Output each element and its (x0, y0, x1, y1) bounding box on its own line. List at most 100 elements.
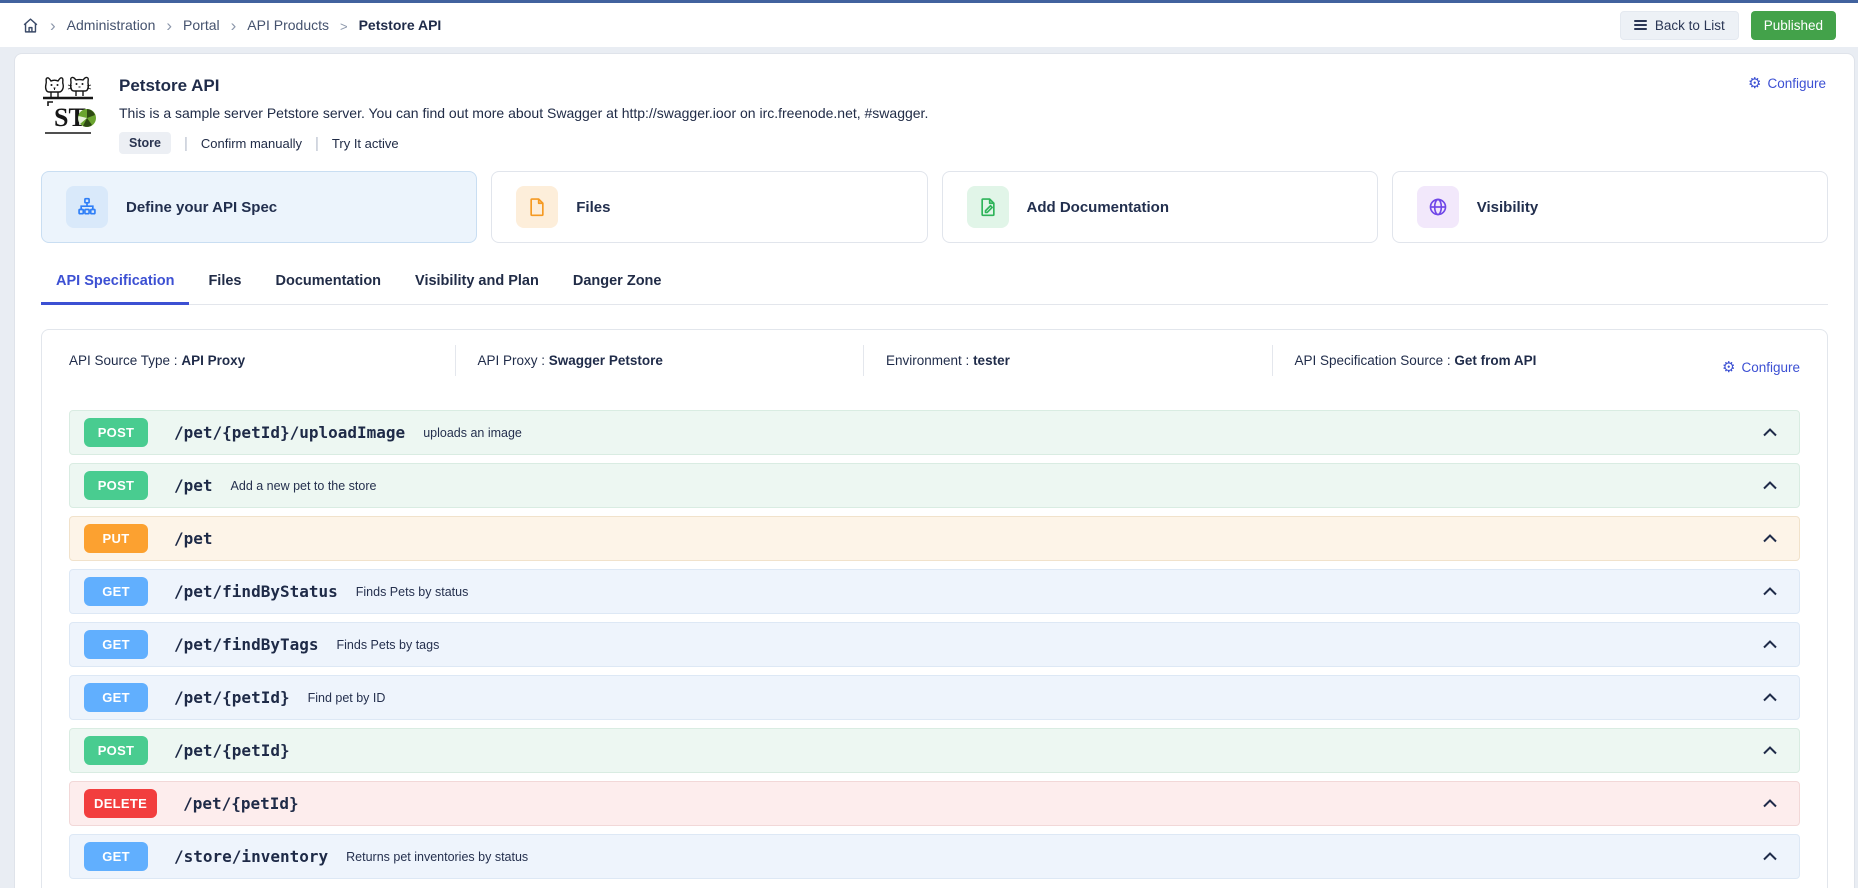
document-edit-icon (967, 186, 1009, 228)
published-button[interactable]: Published (1751, 11, 1836, 40)
chevron-separator-icon (339, 17, 349, 34)
info-value: Get from API (1454, 353, 1536, 368)
chevron-up-icon[interactable] (1763, 481, 1777, 490)
endpoint-path: /store/inventory (174, 847, 328, 866)
method-badge: DELETE (84, 789, 157, 818)
chevron-up-icon[interactable] (1763, 693, 1777, 702)
tab-visibility-and-plan[interactable]: Visibility and Plan (400, 267, 554, 305)
main-card: ⚙ Configure (14, 53, 1855, 888)
info-value: Swagger Petstore (549, 353, 663, 368)
method-badge: GET (84, 842, 148, 871)
endpoint-summary: Returns pet inventories by status (346, 850, 528, 864)
petstore-logo: ST (41, 74, 99, 136)
method-badge: PUT (84, 524, 148, 553)
home-icon[interactable] (22, 17, 39, 34)
tab-documentation[interactable]: Documentation (261, 267, 397, 305)
info-environment: Environment : tester (864, 345, 1273, 376)
tab-files[interactable]: Files (193, 267, 256, 305)
try-it-label: Try It active (332, 136, 399, 151)
chevron-up-icon[interactable] (1763, 587, 1777, 596)
endpoint-row[interactable]: GET /pet/findByTags Finds Pets by tags (69, 622, 1800, 667)
card-label: Visibility (1477, 199, 1538, 216)
endpoint-summary: Find pet by ID (308, 691, 386, 705)
list-icon (1634, 20, 1647, 30)
back-to-list-label: Back to List (1655, 18, 1725, 33)
gear-icon: ⚙ (1722, 360, 1735, 375)
card-files[interactable]: Files (491, 171, 927, 243)
endpoint-summary: Finds Pets by status (356, 585, 469, 599)
chevron-up-icon[interactable] (1763, 852, 1777, 861)
endpoint-path: /pet/{petId} (174, 741, 290, 760)
method-badge: POST (84, 471, 148, 500)
step-cards: Define your API Spec Files Add Documenta… (41, 171, 1828, 243)
endpoint-row[interactable]: DELETE /pet/{petId} (69, 781, 1800, 826)
endpoint-path: /pet (174, 476, 213, 495)
endpoint-summary: Finds Pets by tags (337, 638, 440, 652)
info-api-source-type: API Source Type : API Proxy (42, 345, 456, 376)
endpoint-row[interactable]: POST /pet/{petId} (69, 728, 1800, 773)
tab-danger-zone[interactable]: Danger Zone (558, 267, 677, 305)
tab-bar: API Specification Files Documentation Vi… (41, 267, 1828, 305)
breadcrumb-current: Petstore API (359, 17, 442, 33)
endpoint-row[interactable]: POST /pet/{petId}/uploadImage uploads an… (69, 410, 1800, 455)
endpoint-row[interactable]: GET /pet/findByStatus Finds Pets by stat… (69, 569, 1800, 614)
info-label: API Proxy : (478, 353, 546, 368)
info-api-proxy: API Proxy : Swagger Petstore (456, 345, 865, 376)
breadcrumb-administration[interactable]: Administration (67, 17, 156, 33)
chevron-up-icon[interactable] (1763, 428, 1777, 437)
card-label: Files (576, 199, 610, 216)
card-visibility[interactable]: Visibility (1392, 171, 1828, 243)
endpoint-path: /pet/findByStatus (174, 582, 338, 601)
file-icon (516, 186, 558, 228)
endpoint-summary: uploads an image (423, 426, 522, 440)
divider: | (315, 135, 319, 152)
endpoint-path: /pet/{petId}/uploadImage (174, 423, 405, 442)
page-title: Petstore API (119, 72, 928, 96)
endpoint-path: /pet/findByTags (174, 635, 319, 654)
spec-info-row: API Source Type : API Proxy API Proxy : … (42, 330, 1827, 390)
chevron-up-icon[interactable] (1763, 640, 1777, 649)
breadcrumb-api-products[interactable]: API Products (247, 17, 329, 33)
configure-label: Configure (1741, 360, 1800, 375)
chevron-up-icon[interactable] (1763, 799, 1777, 808)
info-label: Environment : (886, 353, 969, 368)
header-actions: Back to List Published (1620, 11, 1836, 40)
configure-link-spec[interactable]: ⚙ Configure (1680, 360, 1800, 375)
chevron-separator-icon (230, 17, 238, 34)
endpoint-row[interactable]: PUT /pet (69, 516, 1800, 561)
divider: | (184, 135, 188, 152)
endpoint-row[interactable]: POST /pet Add a new pet to the store (69, 463, 1800, 508)
configure-label: Configure (1767, 76, 1826, 91)
sitemap-icon (66, 186, 108, 228)
tab-api-specification[interactable]: API Specification (41, 267, 189, 305)
chevron-separator-icon (49, 17, 57, 34)
method-badge: POST (84, 418, 148, 447)
header-bar: Administration Portal API Products Petst… (0, 3, 1858, 47)
method-badge: POST (84, 736, 148, 765)
store-badge: Store (119, 132, 171, 154)
breadcrumb-portal[interactable]: Portal (183, 17, 220, 33)
card-label: Add Documentation (1027, 199, 1170, 216)
gear-icon: ⚙ (1748, 76, 1761, 91)
card-define-api-spec[interactable]: Define your API Spec (41, 171, 477, 243)
endpoint-path: /pet/{petId} (183, 794, 299, 813)
card-label: Define your API Spec (126, 199, 277, 216)
endpoint-list: POST /pet/{petId}/uploadImage uploads an… (42, 390, 1827, 888)
info-label: API Specification Source : (1295, 353, 1451, 368)
chevron-up-icon[interactable] (1763, 534, 1777, 543)
method-badge: GET (84, 577, 148, 606)
info-value: API Proxy (181, 353, 245, 368)
configure-link-top[interactable]: ⚙ Configure (1748, 76, 1826, 91)
confirm-mode-label: Confirm manually (201, 136, 302, 151)
chevron-up-icon[interactable] (1763, 746, 1777, 755)
info-label: API Source Type : (69, 353, 178, 368)
chevron-separator-icon (165, 17, 173, 34)
globe-icon (1417, 186, 1459, 228)
back-to-list-button[interactable]: Back to List (1620, 11, 1739, 40)
info-spec-source: API Specification Source : Get from API (1273, 345, 1681, 376)
endpoint-row[interactable]: GET /store/inventory Returns pet invento… (69, 834, 1800, 879)
card-add-documentation[interactable]: Add Documentation (942, 171, 1378, 243)
endpoint-row[interactable]: GET /pet/{petId} Find pet by ID (69, 675, 1800, 720)
info-value: tester (973, 353, 1010, 368)
product-header: ⚙ Configure (15, 54, 1854, 154)
